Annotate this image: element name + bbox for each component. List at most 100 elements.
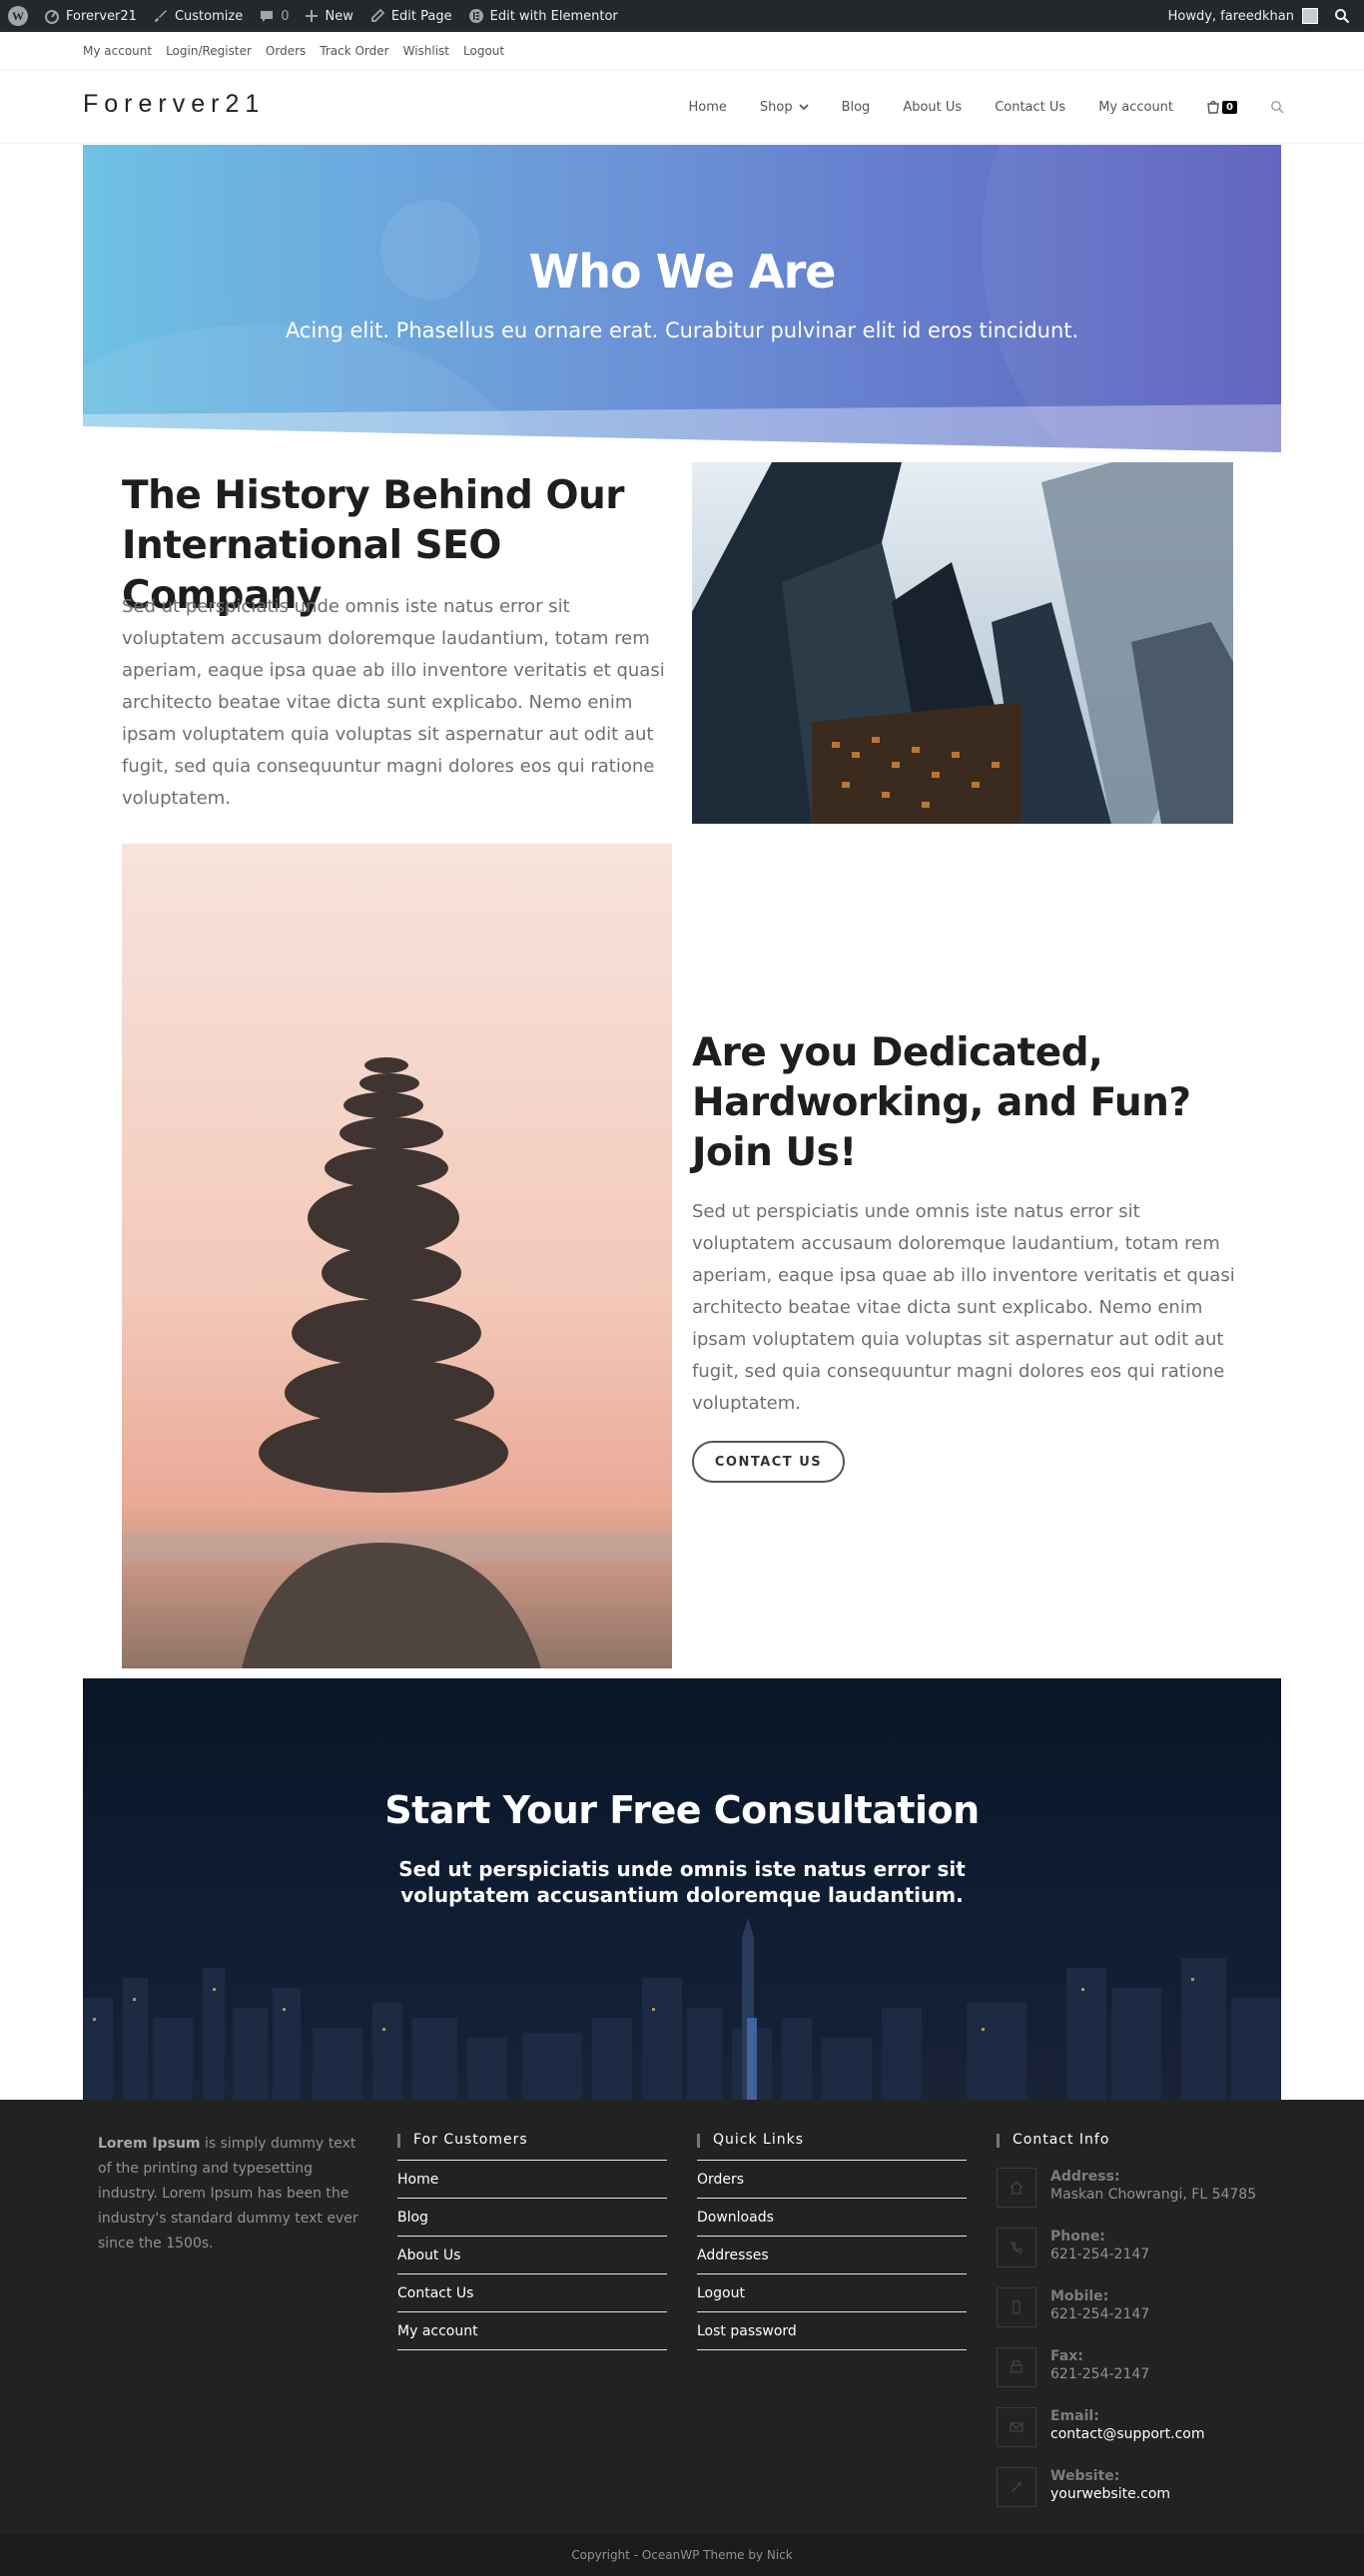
admin-comments-link[interactable]: 0 — [251, 0, 297, 32]
top-bar: My account Login/Register Orders Track O… — [0, 32, 1364, 70]
footer-quick-links-column: Quick Links Orders Downloads Addresses L… — [697, 2132, 967, 2350]
nav-search[interactable] — [1270, 100, 1284, 114]
contact-email-label: Email: — [1050, 2408, 1099, 2424]
admin-howdy: Howdy, fareedkhan — [1167, 8, 1294, 24]
site-header: Forerver21 Home Shop Blog About Us Conta… — [0, 70, 1364, 144]
admin-comments-count: 0 — [281, 8, 290, 24]
admin-bar: W Forerver21 Customize 0 New Edit Page E… — [0, 0, 1364, 32]
admin-new-label: New — [325, 8, 353, 24]
contact-us-button[interactable]: CONTACT US — [692, 1441, 845, 1483]
top-link-track-order[interactable]: Track Order — [320, 44, 388, 58]
contact-item-website: Website: yourwebsite.com — [997, 2467, 1286, 2527]
footer-contact-heading: Contact Info — [997, 2132, 1286, 2148]
contact-email-link[interactable]: contact@support.com — [1050, 2425, 1205, 2443]
admin-elementor-link[interactable]: Edit with Elementor — [460, 0, 626, 32]
admin-site-name: Forerver21 — [66, 8, 137, 24]
footer-link-downloads[interactable]: Downloads — [697, 2199, 967, 2237]
footer-about: Lorem Ipsum is simply dummy text of the … — [98, 2132, 362, 2256]
pencil-icon — [370, 8, 385, 22]
footer-link-lost-password[interactable]: Lost password — [697, 2312, 967, 2350]
consultation-banner: Start Your Free Consultation Sed ut pers… — [83, 1678, 1281, 2100]
history-paragraph: Sed ut perspiciatis unde omnis iste natu… — [122, 596, 665, 809]
contact-mobile-value: 621-254-2147 — [1050, 2306, 1150, 2322]
contact-item-phone: Phone: 621-254-2147 — [997, 2228, 1286, 2287]
join-us-paragraph: Sed ut perspiciatis unde omnis iste natu… — [692, 1201, 1235, 1414]
contact-address-label: Address: — [1050, 2169, 1120, 2185]
hero-banner: Who We Are Acing elit. Phasellus eu orna… — [83, 145, 1281, 452]
phone-icon — [997, 2228, 1036, 2267]
footer-link-addresses[interactable]: Addresses — [697, 2237, 967, 2274]
avatar — [1302, 8, 1318, 24]
skyscrapers-illustration — [692, 462, 1233, 824]
link-icon — [997, 2467, 1036, 2507]
hero-subtitle: Acing elit. Phasellus eu ornare erat. Cu… — [285, 319, 1079, 342]
admin-search[interactable] — [1326, 0, 1364, 32]
site-footer: Lorem Ipsum is simply dummy text of the … — [0, 2100, 1364, 2534]
top-link-login-register[interactable]: Login/Register — [166, 44, 252, 58]
skyscrapers-image — [692, 462, 1233, 824]
footer-about-bold: Lorem Ipsum — [98, 2136, 201, 2152]
footer-link-my-account[interactable]: My account — [397, 2312, 667, 2350]
footer-contact-column: Contact Info Address: Maskan Chowrangi, F… — [997, 2132, 1286, 2527]
top-link-orders[interactable]: Orders — [266, 44, 306, 58]
top-link-wishlist[interactable]: Wishlist — [403, 44, 449, 58]
contact-fax-label: Fax: — [1050, 2348, 1083, 2364]
stacked-stones-illustration — [122, 1057, 672, 1668]
admin-customize-label: Customize — [174, 8, 244, 24]
top-bar-menu: My account Login/Register Orders Track O… — [83, 32, 518, 70]
site-logo[interactable]: Forerver21 — [83, 90, 265, 119]
admin-site-link[interactable]: Forerver21 — [36, 0, 145, 32]
footer-quick-links-heading: Quick Links — [697, 2132, 967, 2148]
admin-account-menu[interactable]: Howdy, fareedkhan — [1160, 0, 1326, 32]
wordpress-logo-icon: W — [8, 6, 28, 26]
nav-blog[interactable]: Blog — [842, 100, 871, 115]
elementor-icon — [468, 9, 483, 23]
main-nav: Home Shop Blog About Us Contact Us My ac… — [655, 70, 1284, 144]
contact-item-address: Address: Maskan Chowrangi, FL 54785 — [997, 2168, 1286, 2228]
dashboard-icon — [45, 10, 59, 24]
footer-quick-links-list: Orders Downloads Addresses Logout Lost p… — [697, 2160, 967, 2350]
admin-new-link[interactable]: New — [297, 0, 360, 32]
nav-about-us[interactable]: About Us — [903, 100, 962, 115]
chevron-down-icon — [798, 104, 809, 111]
cart-count-badge: 0 — [1222, 100, 1237, 114]
contact-website-link[interactable]: yourwebsite.com — [1050, 2485, 1170, 2503]
footer-link-about-us[interactable]: About Us — [397, 2237, 667, 2274]
comment-icon — [261, 11, 274, 22]
shopping-bag-icon — [1207, 100, 1219, 114]
footer-customers-column: For Customers Home Blog About Us Contact… — [397, 2132, 667, 2350]
admin-customize-link[interactable]: Customize — [145, 0, 251, 32]
contact-phone-value: 621-254-2147 — [1050, 2247, 1150, 2262]
footer-link-orders[interactable]: Orders — [697, 2161, 967, 2199]
brush-icon — [154, 10, 167, 22]
nav-shop[interactable]: Shop — [760, 100, 809, 115]
top-link-my-account[interactable]: My account — [83, 44, 152, 58]
footer-link-contact-us[interactable]: Contact Us — [397, 2274, 667, 2312]
admin-elementor-label: Edit with Elementor — [489, 8, 618, 24]
admin-edit-page-label: Edit Page — [390, 8, 452, 24]
contact-website-label: Website: — [1050, 2468, 1120, 2484]
wp-logo-menu[interactable]: W — [0, 0, 36, 32]
consultation-subtitle: Sed ut perspiciatis unde omnis iste natu… — [398, 1857, 966, 1907]
admin-edit-page-link[interactable]: Edit Page — [361, 0, 460, 32]
nav-my-account[interactable]: My account — [1098, 100, 1173, 115]
contact-phone-label: Phone: — [1050, 2229, 1105, 2245]
nav-home[interactable]: Home — [688, 100, 726, 115]
footer-customers-heading: For Customers — [397, 2132, 667, 2148]
search-icon — [1271, 101, 1284, 114]
nav-contact-us[interactable]: Contact Us — [995, 100, 1065, 115]
footer-link-blog[interactable]: Blog — [397, 2199, 667, 2237]
plus-icon — [306, 10, 319, 22]
footer-link-logout[interactable]: Logout — [697, 2274, 967, 2312]
footer-about-text: is simply dummy text of the printing and… — [98, 2136, 358, 2252]
stacked-stones-image — [122, 844, 672, 1668]
contact-mobile-label: Mobile: — [1050, 2288, 1109, 2304]
join-us-heading: Are you Dedicated, Hardworking, and Fun?… — [692, 1030, 1191, 1175]
nav-cart[interactable]: 0 — [1206, 100, 1237, 114]
copyright-text: Copyright - OceanWP Theme by Nick — [571, 2548, 793, 2562]
city-skyline-illustration — [83, 1918, 1281, 2100]
footer-link-home[interactable]: Home — [397, 2161, 667, 2199]
contact-fax-value: 621-254-2147 — [1050, 2366, 1150, 2382]
top-link-logout[interactable]: Logout — [463, 44, 504, 58]
email-icon — [997, 2407, 1036, 2447]
